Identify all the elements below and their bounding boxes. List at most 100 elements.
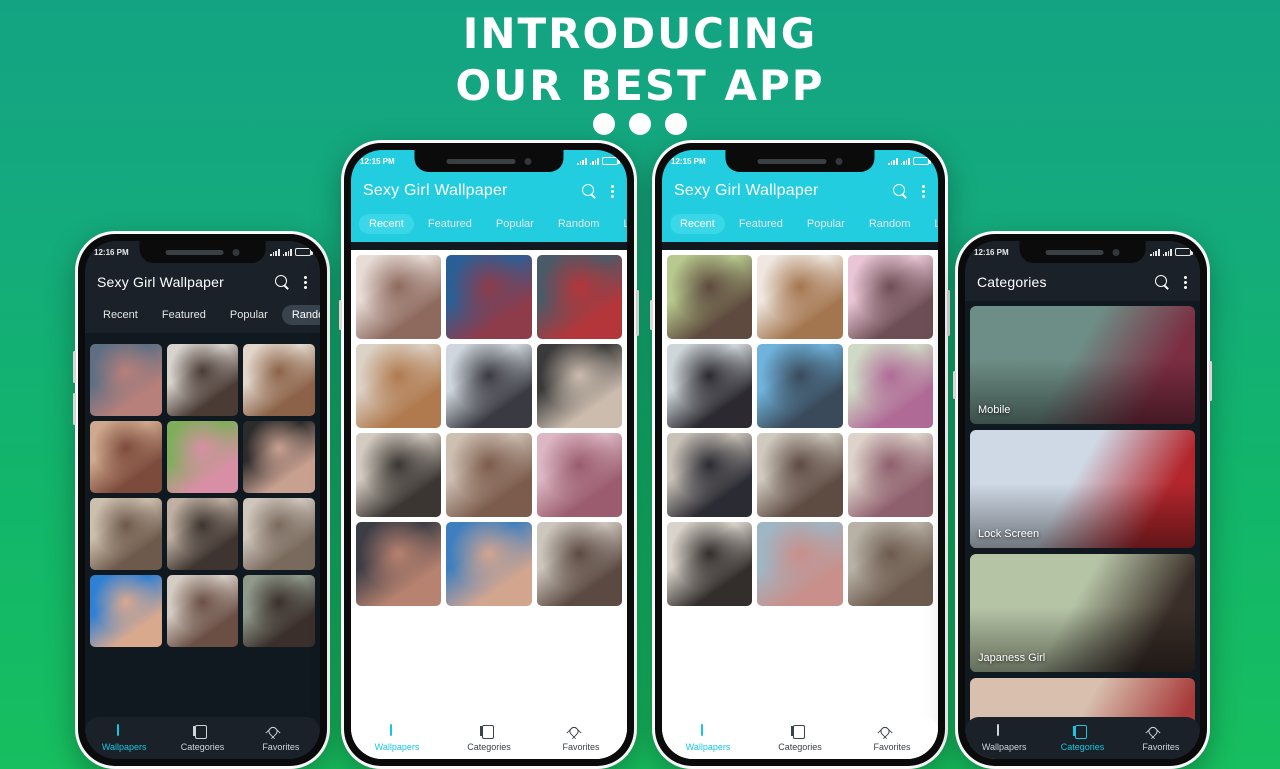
nav-wallpapers[interactable]: Wallpapers: [351, 723, 443, 752]
search-icon[interactable]: [1155, 274, 1170, 290]
wallpaper-thumbnail[interactable]: [166, 498, 239, 570]
wallpaper-thumbnail[interactable]: [847, 344, 933, 428]
app-bar: Categories: [965, 263, 1200, 301]
wallpaper-image: [356, 522, 442, 606]
wallpaper-grid[interactable]: [85, 339, 320, 652]
wallpaper-image: [243, 498, 315, 570]
bottom-navigation[interactable]: Wallpapers Categories Favorites: [85, 717, 320, 759]
tab-featured[interactable]: Featured: [729, 214, 793, 234]
nav-favorites[interactable]: Favorites: [535, 725, 627, 752]
category-list[interactable]: Mobile Lock Screen Japaness Girl: [965, 301, 1200, 759]
wallpaper-thumbnail[interactable]: [667, 522, 753, 606]
wallpaper-image: [446, 522, 532, 606]
wallpaper-thumbnail[interactable]: [446, 433, 532, 517]
wallpaper-thumbnail[interactable]: [90, 498, 162, 570]
search-icon[interactable]: [893, 183, 908, 199]
wallpaper-thumbnail[interactable]: [536, 344, 622, 428]
wallpaper-thumbnail[interactable]: [356, 522, 442, 606]
nav-categories[interactable]: Categories: [163, 725, 241, 752]
bottom-navigation[interactable]: Wallpapers Categories Favorites: [662, 717, 938, 759]
category-card[interactable]: Japaness Girl: [970, 554, 1195, 672]
wallpaper-thumbnail[interactable]: [166, 344, 239, 416]
wallpaper-thumbnail[interactable]: [243, 344, 315, 416]
tab-bar[interactable]: Recent Featured Popular Random Live W: [662, 210, 938, 242]
wallpaper-thumbnail[interactable]: [356, 255, 442, 339]
wallpaper-thumbnail[interactable]: [90, 421, 162, 493]
app-title: Sexy Girl Wallpaper: [363, 182, 508, 199]
wallpaper-thumbnail[interactable]: [536, 255, 622, 339]
nav-wallpapers[interactable]: Wallpapers: [85, 723, 163, 752]
wallpaper-thumbnail[interactable]: [90, 344, 162, 416]
nav-favorites[interactable]: Favorites: [242, 725, 320, 752]
bottom-navigation[interactable]: Wallpapers Categories Favorites: [351, 717, 627, 759]
tab-featured[interactable]: Featured: [152, 305, 216, 325]
tab-live-wallpaper[interactable]: Live W: [613, 214, 627, 234]
more-vert-icon[interactable]: [1184, 275, 1188, 289]
wallpaper-thumbnail[interactable]: [166, 575, 239, 647]
wallpaper-thumbnail[interactable]: [536, 433, 622, 517]
tab-random[interactable]: Random: [548, 214, 610, 234]
wallpaper-image: [667, 255, 753, 339]
tab-recent[interactable]: Recent: [670, 214, 725, 234]
nav-categories-label: Categories: [180, 741, 225, 752]
phone-screen-1: 12:16 PM Sexy Girl Wallpaper Recent Feat…: [85, 241, 320, 759]
signal-bars-icon: [577, 157, 587, 165]
wallpaper-thumbnail[interactable]: [90, 575, 162, 647]
wallpaper-thumbnail[interactable]: [243, 421, 315, 493]
nav-wallpapers[interactable]: Wallpapers: [965, 723, 1043, 752]
wallpaper-thumbnail[interactable]: [243, 575, 315, 647]
tab-popular[interactable]: Popular: [220, 305, 278, 325]
bottom-navigation[interactable]: Wallpapers Categories Favorites: [965, 717, 1200, 759]
more-vert-icon[interactable]: [611, 184, 615, 198]
tab-bar[interactable]: Recent Featured Popular Random Live W: [351, 210, 627, 242]
wallpaper-image: [356, 433, 442, 517]
wallpaper-grid[interactable]: [662, 250, 938, 611]
nav-favorites[interactable]: Favorites: [1122, 725, 1200, 752]
more-vert-icon[interactable]: [304, 275, 308, 289]
nav-favorites-label: Favorites: [262, 741, 300, 752]
search-icon[interactable]: [582, 183, 597, 199]
wallpaper-thumbnail[interactable]: [847, 255, 933, 339]
wallpaper-thumbnail[interactable]: [757, 255, 843, 339]
tab-featured[interactable]: Featured: [418, 214, 482, 234]
wallpaper-thumbnail[interactable]: [667, 344, 753, 428]
nav-favorites[interactable]: Favorites: [846, 725, 938, 752]
wallpaper-grid[interactable]: [351, 250, 627, 611]
wallpaper-thumbnail[interactable]: [847, 522, 933, 606]
phone-mockup-1: 12:16 PM Sexy Girl Wallpaper Recent Feat…: [73, 231, 330, 769]
wallpaper-thumbnail[interactable]: [536, 522, 622, 606]
nav-categories[interactable]: Categories: [1043, 725, 1121, 752]
wallpaper-thumbnail[interactable]: [446, 522, 532, 606]
nav-categories[interactable]: Categories: [754, 725, 846, 752]
wallpaper-thumbnail[interactable]: [356, 344, 442, 428]
wallpaper-thumbnail[interactable]: [446, 255, 532, 339]
tab-recent[interactable]: Recent: [93, 305, 148, 325]
nav-categories[interactable]: Categories: [443, 725, 535, 752]
tab-random[interactable]: Random: [859, 214, 921, 234]
more-vert-icon[interactable]: [922, 184, 926, 198]
wallpaper-thumbnail[interactable]: [667, 433, 753, 517]
nav-wallpapers[interactable]: Wallpapers: [662, 723, 754, 752]
wallpaper-thumbnail[interactable]: [166, 421, 239, 493]
wallpaper-thumbnail[interactable]: [757, 522, 843, 606]
phone-side-button: [953, 371, 956, 399]
phone-mockup-4: 12:16 PM Categories Mobile Lock Screen Jap…: [953, 231, 1212, 769]
tab-popular[interactable]: Popular: [486, 214, 544, 234]
category-card[interactable]: Lock Screen: [970, 430, 1195, 548]
wallpaper-thumbnail[interactable]: [446, 344, 532, 428]
wallpaper-thumbnail[interactable]: [847, 433, 933, 517]
tab-live-wallpaper[interactable]: Live W: [924, 214, 938, 234]
wallpaper-thumbnail[interactable]: [356, 433, 442, 517]
wallpaper-thumbnail[interactable]: [757, 433, 843, 517]
nav-wallpapers-label: Wallpapers: [101, 741, 147, 752]
tab-popular[interactable]: Popular: [797, 214, 855, 234]
category-card[interactable]: Mobile: [970, 306, 1195, 424]
wallpaper-thumbnail[interactable]: [667, 255, 753, 339]
wallpaper-thumbnail[interactable]: [757, 344, 843, 428]
tab-bar[interactable]: Recent Featured Popular Random Live W: [85, 301, 320, 333]
search-icon[interactable]: [275, 274, 290, 290]
tab-recent[interactable]: Recent: [359, 214, 414, 234]
tab-random[interactable]: Random: [281, 305, 320, 325]
wallpaper-image: [847, 522, 933, 606]
wallpaper-thumbnail[interactable]: [243, 498, 315, 570]
